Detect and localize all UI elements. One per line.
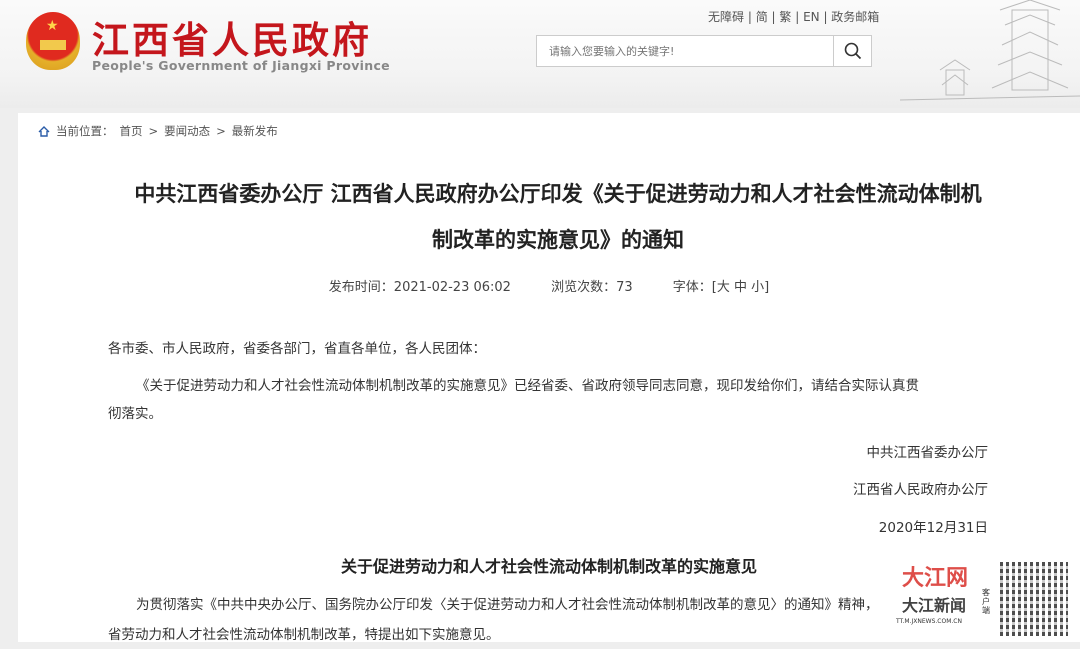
signatory: 中共江西省委办公厅 [867, 439, 989, 467]
body-paragraph: 为贯彻落实《中共中央办公厅、国务院办公厅印发〈关于促进劳动力和人才社会性流动体制… [136, 591, 879, 619]
link-accessibility[interactable]: 无障碍 [708, 10, 744, 24]
article-meta: 发布时间：2021-02-23 06:02 浏览次数：73 字体：[大 中 小] [18, 276, 1080, 295]
search-input[interactable] [537, 36, 833, 66]
site-header: ★ 江西省人民政府 People's Government of Jiangxi… [0, 0, 1080, 108]
watermark-client: 客户端 [982, 588, 992, 615]
breadcrumb-sep: > [216, 124, 226, 138]
title-line: 制改革的实施意见》的通知 [88, 217, 1028, 263]
qr-code-icon [1000, 562, 1068, 636]
watermark-brand: 大江网 [902, 560, 968, 592]
site-logo-subtitle: People's Government of Jiangxi Province [92, 58, 390, 73]
breadcrumb-label: 当前位置： [56, 123, 114, 139]
link-gov-mail[interactable]: 政务邮箱 [831, 10, 879, 24]
breadcrumb: 当前位置： 首页 > 要闻动态 > 最新发布 [38, 123, 278, 139]
publish-time: 发布时间：2021-02-23 06:02 [329, 280, 511, 295]
site-logo-title[interactable]: 江西省人民政府 [92, 10, 372, 64]
breadcrumb-home[interactable]: 首页 [120, 123, 143, 139]
link-simplified[interactable]: 简 [756, 10, 768, 24]
font-size-selector[interactable]: 字体：[大 中 小] [673, 280, 769, 295]
salutation: 各市委、市人民政府，省委各部门，省直各单位，各人民团体： [108, 335, 486, 363]
pavilion-illustration [880, 0, 1080, 108]
breadcrumb-sep: > [149, 124, 159, 138]
link-traditional[interactable]: 繁 [779, 10, 791, 24]
breadcrumb-latest[interactable]: 最新发布 [232, 123, 278, 139]
national-emblem-icon: ★ [26, 12, 80, 70]
view-count: 浏览次数：73 [551, 280, 633, 295]
body-paragraph: 《关于促进劳动力和人才社会性流动体制机制改革的实施意见》已经省委、省政府领导同志… [136, 372, 919, 400]
jxnews-watermark: 大江网 大江新闻 TT.M.JXNEWS.COM.CN 客户端 [882, 558, 1080, 642]
link-english[interactable]: EN [803, 10, 820, 24]
title-line: 中共江西省委办公厅 江西省人民政府办公厅印发《关于促进劳动力和人才社会性流动体制… [88, 171, 1028, 217]
breadcrumb-news[interactable]: 要闻动态 [164, 123, 210, 139]
top-links: 无障碍 | 简 | 繁 | EN | 政务邮箱 [708, 8, 879, 25]
search-box [536, 35, 872, 67]
search-button[interactable] [833, 36, 871, 66]
body-paragraph: 彻落实。 [108, 400, 162, 428]
home-icon [38, 126, 50, 137]
body-paragraph: 省劳动力和人才社会性流动体制机制改革，特提出如下实施意见。 [108, 621, 500, 649]
sign-date: 2020年12月31日 [879, 514, 988, 542]
watermark-app: 大江新闻 [902, 592, 966, 616]
watermark-url: TT.M.JXNEWS.COM.CN [896, 618, 962, 625]
article-title: 中共江西省委办公厅 江西省人民政府办公厅印发《关于促进劳动力和人才社会性流动体制… [88, 171, 1028, 263]
signatory: 江西省人民政府办公厅 [853, 476, 988, 504]
search-icon [844, 42, 862, 60]
